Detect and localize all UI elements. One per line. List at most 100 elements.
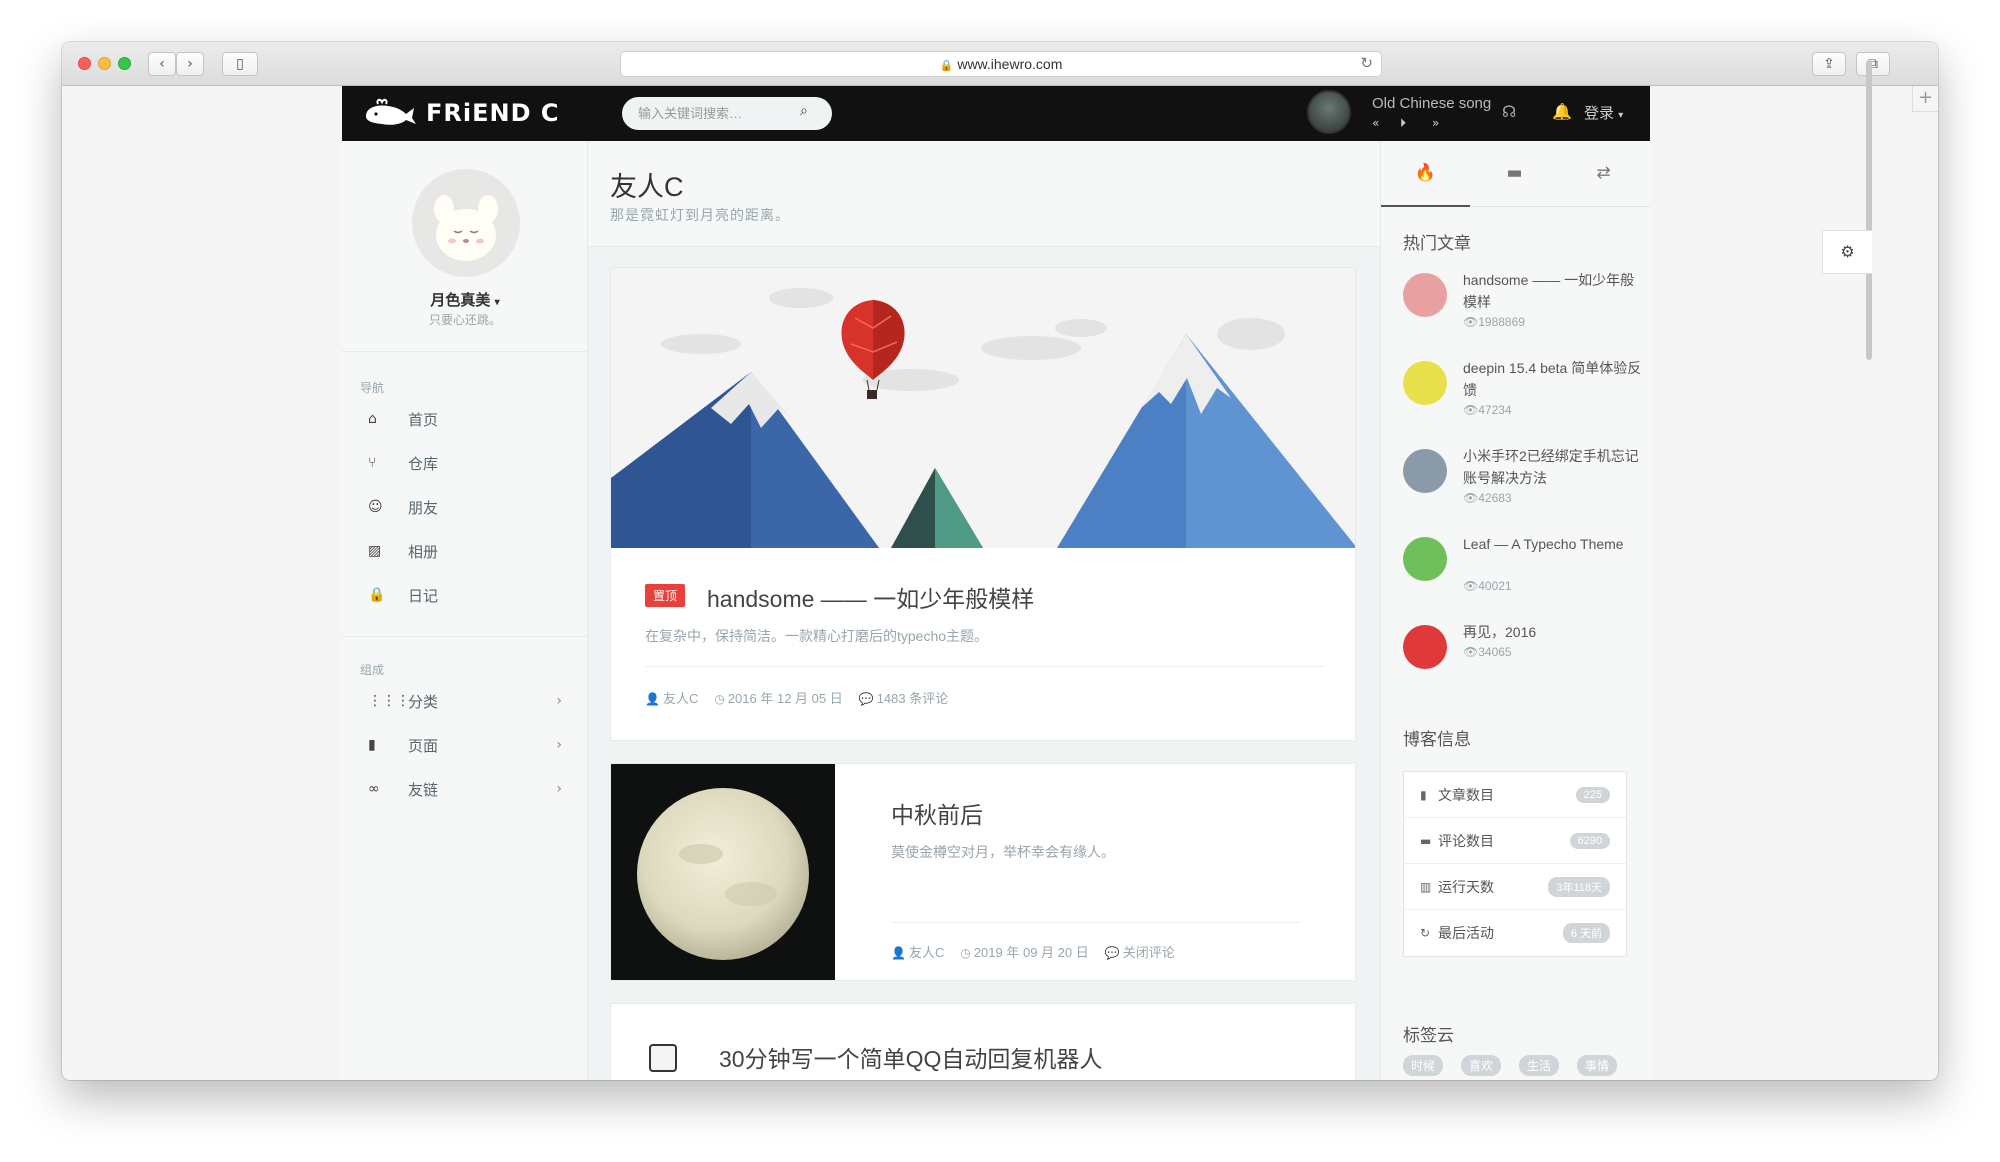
previous-track-icon[interactable]: « (1372, 116, 1379, 130)
chevron-right-icon: › (556, 781, 562, 797)
new-tab-button[interactable]: + (1912, 86, 1938, 112)
post-cover-image[interactable] (611, 268, 1355, 548)
play-icon[interactable]: ⏵ (1400, 116, 1406, 131)
home-icon: ⌂ (368, 411, 377, 427)
search-icon[interactable]: ⌕ (800, 103, 808, 119)
comment-icon: ▬ (1420, 833, 1432, 848)
tabs-overview-icon[interactable]: ⧉ (1856, 52, 1890, 76)
username[interactable]: 月色真美 ▾ (342, 289, 588, 310)
info-label: 评论数目 (1438, 832, 1494, 849)
branch-icon: ⑂ (368, 455, 377, 471)
browser-window: ‹ › ▯ 🔒www.ihewro.com ↻ ⇪ ⧉ + FRiEND C ⌕ (62, 42, 1938, 1080)
nav-item-home[interactable]: ⌂ 首页 (342, 397, 588, 441)
whale-logo-icon (366, 98, 416, 125)
post-icon (649, 1044, 677, 1072)
nav-item-diary[interactable]: 🔒 日记 (342, 573, 588, 617)
hot-post-views: 👁47234 (1463, 403, 1512, 417)
next-track-icon[interactable]: » (1432, 116, 1439, 130)
tag-item[interactable]: 生活 (1519, 1055, 1560, 1076)
minimize-window-button[interactable] (98, 57, 111, 70)
friends-icon: ☺ (368, 499, 383, 515)
nav-item-friends[interactable]: ☺ 朋友 (342, 485, 588, 529)
hot-post-views: 👁40021 (1463, 579, 1512, 593)
hot-post-item[interactable]: 小米手环2已经绑定手机忘记账号解决方法 👁42683 (1403, 445, 1643, 529)
user-avatar[interactable] (412, 169, 520, 277)
divider (342, 351, 588, 352)
nav-item-album[interactable]: ▨ 相册 (342, 529, 588, 573)
info-badge: 3年118天 (1548, 876, 1610, 897)
reload-icon[interactable]: ↻ (1360, 52, 1373, 76)
post-comments: 💬 关闭评论 (1105, 942, 1175, 961)
nav-item-repository[interactable]: ⑂ 仓库 (342, 441, 588, 485)
image-icon: ▨ (368, 543, 382, 559)
url-text: www.ihewro.com (957, 56, 1063, 72)
post-card[interactable]: 中秋前后 莫使金樽空对月，举杯幸会有缘人。 👤 友人C ◷ 2019 年 09 月 … (610, 763, 1356, 981)
page-title: 友人C (610, 172, 684, 202)
post-title[interactable]: 中秋前后 (891, 796, 983, 830)
username-text: 月色真美 (430, 292, 491, 309)
forward-icon[interactable]: › (176, 52, 204, 76)
divider (891, 922, 1301, 923)
main-content: 友人C 那是霓虹灯到月亮的距离。 置顶 handsome —— 一如少年般模样 … (588, 141, 1380, 1080)
chevron-right-icon: › (556, 693, 562, 709)
nav-item-categories[interactable]: ⋮⋮⋮ 分类 › (342, 679, 588, 723)
web-page: FRiEND C ⌕ Old Chinese song « ⏵ » ☊ 🔔 登录… (342, 86, 1650, 1080)
tag-item[interactable]: 事情 (1577, 1055, 1618, 1076)
tag-item[interactable]: 时候 (1403, 1055, 1444, 1076)
info-row-uptime: ▥ 运行天数 3年118天 (1404, 864, 1626, 910)
settings-gear-icon[interactable]: ⚙ (1822, 230, 1872, 274)
post-meta: 👤 友人C ◷ 2019 年 09 月 20 日 💬 关闭评论 (891, 942, 1175, 961)
post-card[interactable]: 30分钟写一个简单QQ自动回复机器人 (610, 1003, 1356, 1080)
tab-random-icon[interactable]: ⇄ (1559, 141, 1648, 207)
page-header: 友人C 那是霓虹灯到月亮的距离。 (588, 141, 1380, 247)
info-row-posts: ▮ 文章数目 225 (1404, 772, 1626, 818)
tag-cloud-heading: 标签云 (1403, 1026, 1454, 1045)
hot-post-item[interactable]: 再见，2016 👁34065 (1403, 621, 1643, 705)
bar-chart-icon: ▥ (1420, 879, 1432, 894)
chevron-right-icon: › (556, 737, 562, 753)
login-dropdown[interactable]: 登录 ▾ (1584, 102, 1623, 123)
hot-post-thumbnail (1403, 273, 1447, 317)
site-logo[interactable]: FRiEND C (362, 92, 559, 134)
nav-item-pages[interactable]: ▮ 页面 › (342, 723, 588, 767)
post-title[interactable]: 30分钟写一个简单QQ自动回复机器人 (719, 1040, 1102, 1074)
close-window-button[interactable] (78, 57, 91, 70)
post-author[interactable]: 👤 友人C (891, 942, 944, 961)
hot-post-item[interactable]: deepin 15.4 beta 简单体验反馈 👁47234 (1403, 357, 1643, 441)
eye-icon: 👁 (1463, 645, 1479, 659)
info-badge: 6 天前 (1562, 923, 1610, 943)
hot-posts-heading: 热门文章 (1403, 234, 1471, 253)
date-text: 2019 年 09 月 20 日 (973, 945, 1089, 960)
left-sidebar: 月色真美 ▾ 只要心还跳。 导航 ⌂ 首页 ⑂ 仓库 ☺ 朋友 ▨ 相册 🔒 日记 组成 … (342, 141, 588, 1080)
address-bar[interactable]: 🔒 www.ihewro.com ↻ (620, 51, 1382, 77)
hot-post-item[interactable]: Leaf — A Typecho Theme 👁40021 (1403, 533, 1643, 617)
hot-post-thumbnail (1403, 537, 1447, 581)
maximize-window-button[interactable] (118, 57, 131, 70)
hot-post-thumbnail (1403, 361, 1447, 405)
info-row-last-active: ↻ 最后活动 6 天前 (1404, 910, 1626, 956)
bear-avatar-icon (434, 195, 498, 261)
nav-item-label: 友链 (408, 781, 439, 799)
headphones-icon[interactable]: ☊ (1502, 102, 1516, 121)
nav-item-label: 相册 (408, 543, 439, 561)
back-icon[interactable]: ‹ (148, 52, 176, 76)
share-icon[interactable]: ⇪ (1812, 52, 1846, 76)
music-cover-image[interactable] (1307, 90, 1351, 134)
tab-hot-icon[interactable]: 🔥 (1381, 141, 1470, 207)
post-comments[interactable]: 💬 1483 条评论 (859, 688, 949, 707)
post-thumbnail[interactable] (611, 764, 835, 980)
nav-item-label: 分类 (408, 693, 439, 711)
hot-post-item[interactable]: handsome —— 一如少年般模样 👁1988869 (1403, 269, 1643, 353)
hot-post-thumbnail (1403, 625, 1447, 669)
clock-icon: ◷ (714, 692, 725, 706)
tab-comments-icon[interactable]: ▬ (1470, 141, 1559, 207)
bell-icon[interactable]: 🔔 (1552, 102, 1572, 121)
tag-item[interactable]: 喜欢 (1461, 1055, 1502, 1076)
sidebar-toggle-icon[interactable]: ▯ (222, 52, 258, 76)
post-card[interactable]: 置顶 handsome —— 一如少年般模样 在复杂中，保持简洁。一款精心打磨后… (610, 267, 1356, 741)
page-scrollbar[interactable] (1866, 60, 1872, 360)
post-author[interactable]: 👤 友人C (645, 688, 698, 707)
post-title[interactable]: handsome —— 一如少年般模样 (707, 580, 1034, 614)
nav-item-links[interactable]: ∞ 友链 › (342, 767, 588, 811)
hot-post-title: 再见，2016 (1463, 624, 1537, 640)
